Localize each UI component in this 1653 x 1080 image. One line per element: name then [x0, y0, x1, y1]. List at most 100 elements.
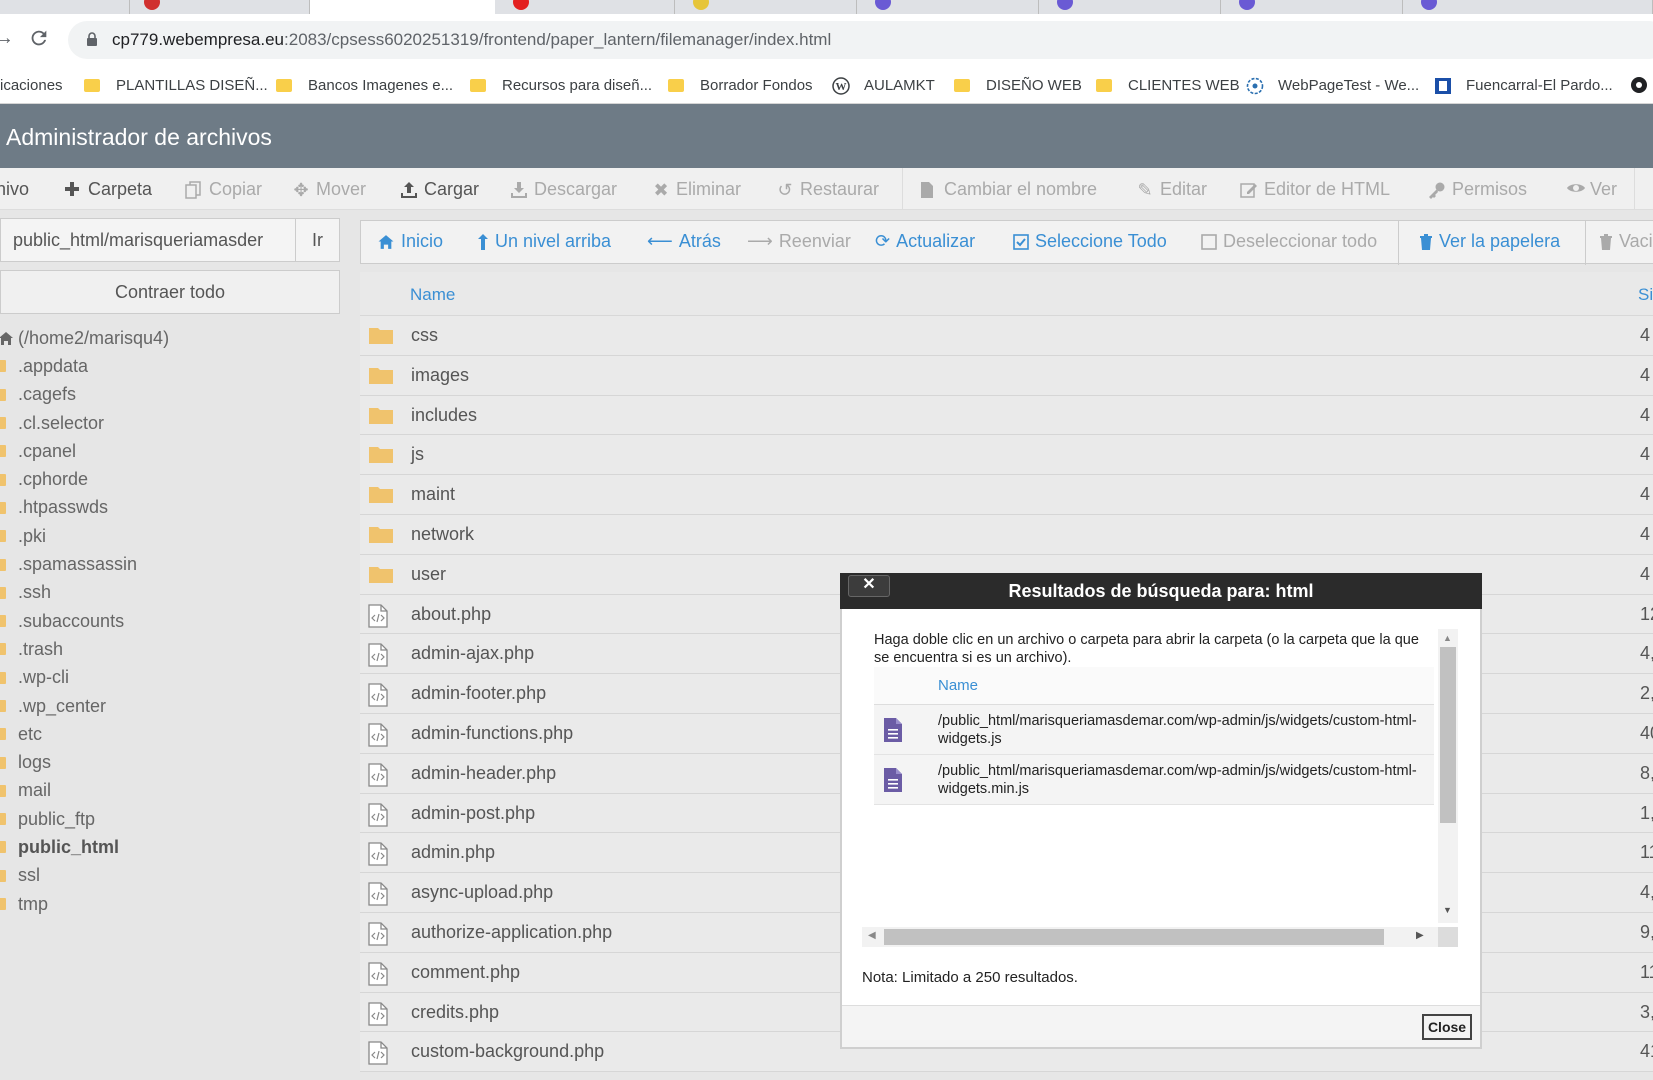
file-row[interactable]: images 4 [360, 355, 1653, 396]
tree-item[interactable]: .wp-cli [0, 664, 342, 692]
column-name-header[interactable]: Name [410, 285, 455, 305]
results-column-name[interactable]: Name [938, 677, 978, 694]
browser-tab[interactable] [1039, 0, 1221, 14]
tree-item[interactable]: logs [0, 748, 342, 776]
tree-item[interactable]: .subaccounts [0, 607, 342, 635]
view-trash-button[interactable]: Ver la papelera [1419, 231, 1560, 252]
tab-favicon-icon [693, 0, 709, 10]
forward-icon[interactable]: → [0, 27, 14, 50]
rename-button[interactable]: Cambiar el nombre [920, 179, 1097, 200]
file-row[interactable]: css 4 [360, 316, 1653, 356]
move-button[interactable]: ✥ Mover [292, 179, 366, 200]
scroll-left-arrow-icon[interactable]: ◀ [868, 930, 876, 941]
upload-button[interactable]: Cargar [400, 179, 479, 200]
vertical-scroll-thumb[interactable] [1440, 647, 1456, 823]
tree-item[interactable]: .htpasswds [0, 494, 342, 522]
browser-tab[interactable] [1221, 0, 1403, 14]
tree-item[interactable]: ssl [0, 862, 342, 890]
bookmark-item[interactable]: Borrador Fondos [668, 66, 813, 104]
browser-tab[interactable] [0, 0, 130, 14]
browser-tab[interactable] [675, 0, 857, 14]
file-row[interactable]: maint 4 [360, 475, 1653, 515]
dialog-close-x-button[interactable]: ✕ [848, 575, 890, 597]
browser-tab[interactable] [1403, 0, 1653, 14]
tree-item[interactable]: .trash [0, 635, 342, 663]
horizontal-scroll-thumb[interactable] [884, 929, 1384, 945]
new-folder-button[interactable]: Carpeta [64, 179, 152, 200]
tree-item[interactable]: .cl.selector [0, 409, 342, 437]
bookmark-item[interactable]: Recursos para diseñ... [470, 66, 652, 104]
scroll-right-arrow-icon[interactable]: ▶ [1416, 930, 1424, 941]
deselect-all-button[interactable]: Deseleccionar todo [1201, 231, 1377, 252]
vertical-scrollbar[interactable]: ▲ ▼ [1438, 629, 1458, 923]
go-button[interactable]: Ir [296, 218, 340, 262]
back-button[interactable]: ⟵ Atrás [647, 231, 721, 252]
horizontal-scrollbar[interactable]: ◀ ▶ [862, 927, 1438, 947]
bookmark-item[interactable]: Bancos Imagenes e... [276, 66, 453, 104]
collapse-all-button[interactable]: Contraer todo [0, 270, 340, 314]
tree-item[interactable]: .appdata [0, 352, 342, 380]
permissions-button[interactable]: Permisos [1428, 179, 1527, 200]
edit-button[interactable]: ✎ Editar [1136, 179, 1207, 200]
restore-button[interactable]: ↺ Restaurar [776, 179, 879, 200]
new-file-button[interactable]: hivo [0, 179, 29, 200]
folder-icon [0, 360, 6, 373]
copy-button[interactable]: Copiar [185, 179, 262, 200]
tree-item[interactable]: etc [0, 720, 342, 748]
tree-item[interactable]: .ssh [0, 579, 342, 607]
path-input[interactable]: public_html/marisqueriamasder [0, 218, 296, 262]
refresh-button[interactable]: ⟳ Actualizar [875, 231, 975, 252]
view-button[interactable]: Ver [1566, 179, 1617, 200]
bookmark-item[interactable]: DISEÑO WEB [954, 66, 1082, 104]
file-row[interactable]: includes 4 [360, 395, 1653, 436]
empty-trash-button[interactable]: Vaci [1599, 231, 1653, 252]
scroll-down-arrow-icon[interactable]: ▼ [1443, 905, 1452, 915]
browser-tab[interactable] [857, 0, 1039, 14]
browser-tab[interactable] [495, 0, 675, 14]
tree-item[interactable]: .cpanel [0, 437, 342, 465]
bookmark-item[interactable]: PLANTILLAS DISEÑ... [84, 66, 268, 104]
file-name: network [411, 523, 475, 544]
tree-item[interactable]: .pki [0, 522, 342, 550]
html-editor-button[interactable]: Editor de HTML [1240, 179, 1390, 200]
bookmark-item[interactable]: CLIENTES WEB [1096, 66, 1240, 104]
bookmark-item[interactable]: icaciones [0, 66, 63, 104]
result-row[interactable]: /public_html/marisqueriamasdemar.com/wp-… [874, 755, 1434, 805]
tree-item[interactable]: .cphorde [0, 465, 342, 493]
tree-item[interactable]: mail [0, 777, 342, 805]
url-field[interactable]: cp779.webempresa.eu:2083/cpsess602025131… [68, 21, 1653, 59]
select-all-button[interactable]: Seleccione Todo [1013, 231, 1167, 252]
reload-icon[interactable] [28, 27, 50, 49]
folder-icon [0, 869, 6, 882]
download-button[interactable]: Descargar [510, 179, 617, 200]
bookmark-item[interactable]: WebPageTest - We... [1246, 66, 1419, 104]
chrome-extension-icon[interactable] [1630, 66, 1648, 104]
code-file-icon [368, 643, 388, 668]
home-button[interactable]: Inicio [377, 231, 443, 252]
folder-icon [84, 78, 100, 92]
tree-item[interactable]: .cagefs [0, 381, 342, 409]
file-row[interactable]: js 4 [360, 435, 1653, 476]
scroll-up-arrow-icon[interactable]: ▲ [1443, 633, 1452, 643]
browser-tab[interactable] [130, 0, 310, 14]
tree-root[interactable]: (/home2/marisqu4) [0, 324, 342, 352]
delete-button[interactable]: ✖ Eliminar [652, 179, 741, 200]
file-row[interactable]: network 4 [360, 514, 1653, 555]
bookmark-item[interactable]: Fuencarral-El Pardo... [1434, 66, 1613, 104]
tree-item[interactable]: public_html [0, 833, 342, 861]
browser-tab-active[interactable] [310, 0, 495, 14]
directory-tree: (/home2/marisqu4) .appdata .cagefs .cl.sel… [0, 324, 342, 918]
tree-item[interactable]: .spamassassin [0, 550, 342, 578]
forward-button[interactable]: ⟶ Reenviar [747, 231, 851, 252]
result-row[interactable]: /public_html/marisqueriamasdemar.com/wp-… [874, 705, 1434, 755]
file-size: 11 [1640, 961, 1653, 982]
bookmark-item[interactable]: W AULAMKT [832, 66, 935, 104]
tree-item[interactable]: public_ftp [0, 805, 342, 833]
file-name: js [411, 444, 424, 465]
tree-item[interactable]: .wp_center [0, 692, 342, 720]
up-level-button[interactable]: Un nivel arriba [477, 231, 611, 252]
tree-item[interactable]: tmp [0, 890, 342, 918]
folder-icon [368, 484, 394, 504]
close-button[interactable]: Close [1422, 1014, 1472, 1040]
column-size-header[interactable]: Si [1638, 285, 1653, 305]
